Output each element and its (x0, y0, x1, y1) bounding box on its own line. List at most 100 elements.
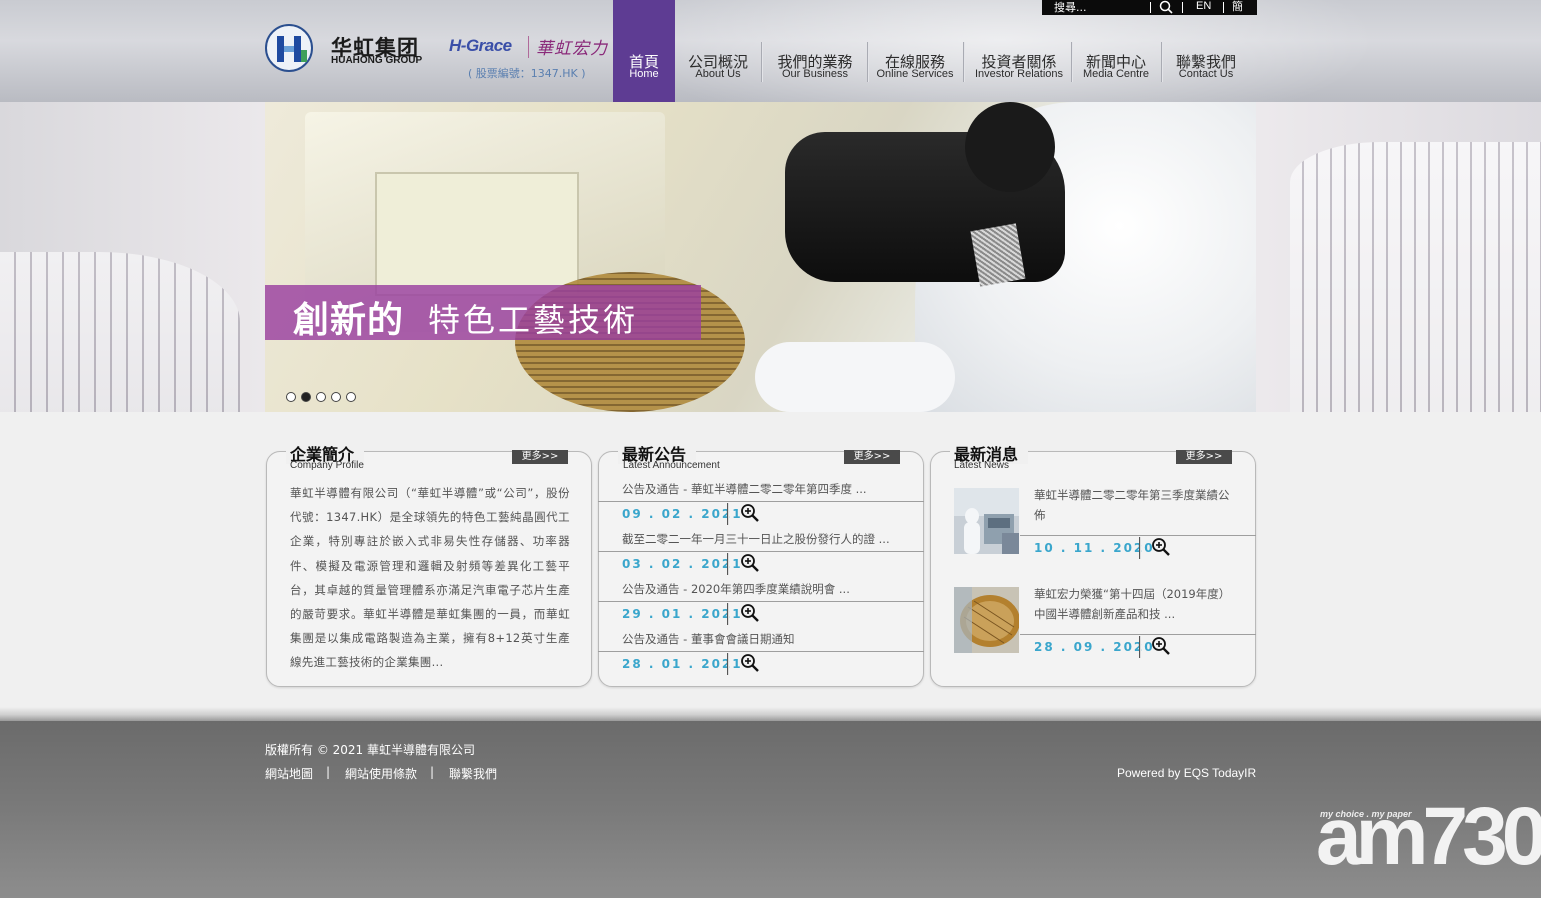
topbar-separator (1182, 2, 1183, 13)
announcement-divider (598, 551, 924, 552)
zoom-in-icon[interactable] (1151, 636, 1171, 656)
topbar-separator (1150, 2, 1151, 13)
zoom-in-icon[interactable] (740, 603, 760, 623)
announcement-more-button[interactable]: 更多>> (844, 450, 900, 464)
site-header: 华虹集团 HUAHONG GROUP H-Grace 華虹宏力 ( 股票編號：1… (0, 0, 1541, 102)
zoom-in-icon[interactable] (740, 553, 760, 573)
announcement-divider (598, 651, 924, 652)
search-button[interactable] (1152, 0, 1182, 15)
profile-more-button[interactable]: 更多>> (512, 450, 568, 464)
nav-separator (963, 42, 965, 82)
slide-dot-4[interactable] (331, 392, 341, 402)
footer-shadow (0, 707, 1541, 721)
nav-contact-us-en: Contact Us (1178, 68, 1234, 80)
footer-link-sitemap[interactable]: 網站地圖 (265, 765, 313, 782)
building-left-image (0, 252, 240, 412)
news-item-date: 28 . 09 . 2020 (1034, 640, 1155, 654)
company-profile-text: 華虹半導體有限公司（“華虹半導體”或“公司”，股份代號：1347.HK）是全球領… (290, 486, 570, 670)
announcement-date-separator (727, 553, 729, 575)
slide-mask-patch (970, 223, 1026, 287)
copyright-text: 版權所有 © 2021 華虹半導體有限公司 (265, 743, 475, 757)
announcement-item-date: 28 . 01 . 2021 (622, 657, 743, 671)
nav-separator (1161, 42, 1163, 82)
nav-about-us-en: About Us (695, 68, 741, 80)
nav-home[interactable]: 首頁 Home (613, 0, 675, 102)
slide-glove (755, 342, 955, 412)
announcement-date-separator (727, 603, 729, 625)
huahong-logo[interactable]: 华虹集团 HUAHONG GROUP (265, 24, 435, 78)
huahong-logo-icon (265, 24, 313, 72)
nav-our-business[interactable]: 我們的業務 Our Business (767, 0, 863, 102)
zoom-in-icon[interactable] (740, 653, 760, 673)
announcement-subtitle: Latest Announcement (623, 460, 720, 471)
nav-investor-relations[interactable]: 投資者關係 Investor Relations (969, 0, 1069, 102)
lang-en-link[interactable]: EN (1196, 0, 1211, 13)
news-divider (1020, 634, 1256, 635)
powered-by-link[interactable]: Powered by EQS TodayIR (1117, 766, 1256, 780)
hgrace-divider (528, 36, 529, 58)
news-more-button[interactable]: 更多>> (1176, 450, 1232, 464)
announcement-item-title[interactable]: 公告及通告 - 華虹半導體二零二零年第四季度 ... (622, 481, 912, 497)
news-divider (1020, 535, 1256, 536)
footer-separator: | (430, 765, 435, 779)
slide-caption-strong: 創新的 (293, 300, 405, 341)
news-subtitle: Latest News (954, 460, 1010, 471)
site-footer (0, 721, 1541, 898)
footer-link-contact[interactable]: 聯繫我們 (449, 765, 497, 782)
announcement-item-date: 29 . 01 . 2021 (622, 607, 743, 621)
slide-dot-2[interactable] (301, 392, 311, 402)
nav-separator (867, 42, 869, 82)
nav-separator (761, 42, 763, 82)
zoom-in-icon[interactable] (740, 503, 760, 523)
nav-online-services[interactable]: 在線服務 Online Services (871, 0, 959, 102)
slide-caption-light: 特色工藝技術 (428, 301, 639, 339)
news-date-separator (1139, 636, 1141, 658)
news-item-date: 10 . 11 . 2020 (1034, 541, 1155, 555)
nav-investor-relations-en: Investor Relations (974, 68, 1064, 80)
top-utility-bar: EN 簡 (1042, 0, 1257, 15)
nav-separator (1071, 42, 1073, 82)
announcement-item-title[interactable]: 截至二零二一年一月三十一日止之股份發行人的證 ... (622, 531, 912, 547)
logo-en-text: HUAHONG GROUP (331, 55, 423, 66)
slide-dot-1[interactable] (286, 392, 296, 402)
nav-media-centre-en: Media Centre (1082, 68, 1150, 80)
announcement-divider (598, 501, 924, 502)
slide-dot-5[interactable] (346, 392, 356, 402)
news-thumbnail[interactable] (954, 488, 1019, 554)
slide-equipment-panel (375, 172, 579, 296)
news-thumbnail[interactable] (954, 587, 1019, 653)
topbar-separator (1223, 2, 1224, 13)
nav-contact-us[interactable]: 聯繫我們 Contact Us (1169, 0, 1243, 102)
nav-about-us[interactable]: 公司概況 About Us (679, 0, 757, 102)
stock-code: ( 股票編號：1347.HK ) (468, 67, 586, 80)
announcement-item-date: 03 . 02 . 2021 (622, 557, 743, 571)
announcement-divider (598, 601, 924, 602)
slide-microscope-eyepiece (965, 102, 1055, 192)
nav-home-en: Home (629, 68, 659, 80)
search-icon (1159, 0, 1173, 14)
company-profile-subtitle: Company Profile (290, 460, 364, 471)
announcement-date-separator (727, 653, 729, 675)
lang-sc-link[interactable]: 簡 (1232, 0, 1243, 13)
announcement-date-separator (727, 503, 729, 525)
announcement-item-date: 09 . 02 . 2021 (622, 507, 743, 521)
news-date-separator (1139, 537, 1141, 559)
zoom-in-icon[interactable] (1151, 537, 1171, 557)
am730-watermark: am730 (1316, 791, 1541, 882)
nav-media-centre[interactable]: 新聞中心 Media Centre (1077, 0, 1155, 102)
footer-link-terms[interactable]: 網站使用條款 (345, 765, 417, 782)
announcement-item-title[interactable]: 公告及通告 - 董事會會議日期通知 (622, 631, 912, 647)
nav-our-business-en: Our Business (781, 68, 849, 80)
hero-slide[interactable]: 創新的 特色工藝技術 (265, 102, 1256, 412)
news-item-title[interactable]: 華虹宏力榮獲“第十四屆（2019年度）中國半導體創新產品和技 ... (1034, 584, 1234, 624)
hgrace-logo[interactable]: H-Grace (449, 36, 512, 56)
nav-online-services-en: Online Services (876, 68, 954, 80)
slide-dot-3[interactable] (316, 392, 326, 402)
wafer-photo-icon (954, 587, 1019, 653)
building-right-image (1290, 142, 1541, 412)
footer-separator: | (326, 765, 331, 779)
news-item-title[interactable]: 華虹半導體二零二零年第三季度業績公佈 (1034, 485, 1234, 525)
hgrace-cn-logo: 華虹宏力 (536, 39, 608, 59)
announcement-item-title[interactable]: 公告及通告 - 2020年第四季度業績說明會 ... (622, 581, 912, 597)
slide-caption: 創新的 特色工藝技術 (265, 285, 701, 341)
